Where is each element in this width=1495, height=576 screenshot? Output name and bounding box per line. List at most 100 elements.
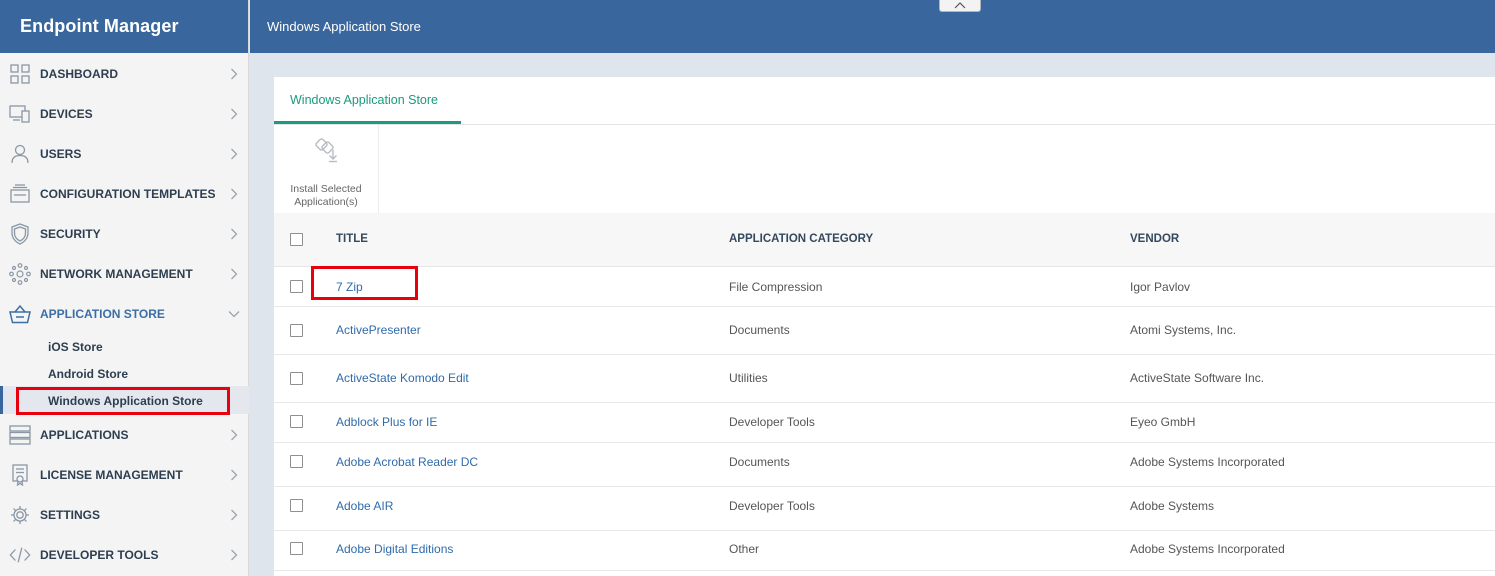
app-category: Utilities <box>729 371 768 385</box>
app-category: Developer Tools <box>729 499 815 513</box>
app-category: Documents <box>729 323 790 337</box>
row-checkbox[interactable] <box>290 542 303 555</box>
sidebar-item-label: DASHBOARD <box>40 67 118 81</box>
sidebar-item-settings[interactable]: SETTINGS <box>0 495 249 535</box>
app-vendor: Adobe Systems <box>1130 499 1215 513</box>
app-title-link[interactable]: ActiveState Komodo Edit <box>336 371 469 385</box>
app-category: Other <box>729 542 760 556</box>
sidebar-item-developer-tools[interactable]: DEVELOPER TOOLS <box>0 535 249 575</box>
chevron-right-icon <box>228 108 240 120</box>
table-header: TITLE APPLICATION CATEGORY VENDOR <box>274 213 1495 267</box>
table-row: Adobe Digital Editions Other Adobe Syste… <box>274 531 1495 571</box>
chevron-right-icon <box>228 469 240 481</box>
sidebar-subitem-ios-store[interactable]: iOS Store <box>48 340 103 354</box>
sidebar-item-security[interactable]: SECURITY <box>0 214 249 254</box>
column-header-application-category[interactable]: APPLICATION CATEGORY <box>729 233 873 245</box>
shield-icon <box>9 223 31 245</box>
table-row: ActiveState Komodo Edit Utilities Active… <box>274 355 1495 403</box>
basket-icon <box>9 303 31 325</box>
sidebar-item-applications[interactable]: APPLICATIONS <box>0 415 249 455</box>
sidebar-item-label: SECURITY <box>40 227 101 241</box>
sidebar-item-label: APPLICATIONS <box>40 428 129 442</box>
page-title: Windows Application Store <box>267 19 421 34</box>
app-category: Documents <box>729 455 790 469</box>
select-all-checkbox[interactable] <box>290 233 303 246</box>
sidebar: Endpoint Manager DASHBOARD DEVICES USERS… <box>0 0 249 576</box>
sidebar-subitem-windows-application-store[interactable]: Windows Application Store <box>48 394 203 408</box>
table-row: Adobe Acrobat Reader DC Documents Adobe … <box>274 443 1495 487</box>
app-title-link[interactable]: 7 Zip <box>336 280 363 294</box>
row-checkbox[interactable] <box>290 324 303 337</box>
sidebar-item-label: NETWORK MANAGEMENT <box>40 267 193 281</box>
chevron-up-icon <box>954 2 966 9</box>
sidebar-item-label: DEVELOPER TOOLS <box>40 548 159 562</box>
row-checkbox[interactable] <box>290 415 303 428</box>
app-category: Developer Tools <box>729 415 815 429</box>
chevron-down-icon <box>228 308 240 320</box>
applications-icon <box>9 424 31 446</box>
app-title-link[interactable]: ActivePresenter <box>336 323 421 337</box>
sidebar-subitem-android-store[interactable]: Android Store <box>48 367 128 381</box>
collapse-header-button[interactable] <box>939 0 981 12</box>
chevron-right-icon <box>228 429 240 441</box>
sidebar-item-dashboard[interactable]: DASHBOARD <box>0 54 249 94</box>
sidebar-item-label: USERS <box>40 147 82 161</box>
table-row: Adobe AIR Developer Tools Adobe Systems <box>274 487 1495 531</box>
app-vendor: Adobe Systems Incorporated <box>1130 455 1285 469</box>
table-row: 7 Zip File Compression Igor Pavlov <box>274 267 1495 307</box>
chevron-right-icon <box>228 148 240 160</box>
column-header-vendor[interactable]: VENDOR <box>1130 233 1179 245</box>
sidebar-item-label: APPLICATION STORE <box>40 307 165 321</box>
tab-label: Windows Application Store <box>290 93 438 107</box>
network-icon <box>9 263 31 285</box>
gear-icon <box>9 504 31 526</box>
row-checkbox[interactable] <box>290 280 303 293</box>
active-indicator-bar <box>0 386 3 414</box>
sidebar-item-devices[interactable]: DEVICES <box>0 94 249 134</box>
install-selected-applications-button[interactable]: Install Selected Application(s) <box>274 125 379 213</box>
column-header-title[interactable]: TITLE <box>336 233 368 245</box>
templates-icon <box>9 183 31 205</box>
row-checkbox[interactable] <box>290 372 303 385</box>
top-header: Windows Application Store <box>250 0 1495 53</box>
app-brand: Endpoint Manager <box>0 0 248 53</box>
user-icon <box>9 143 31 165</box>
sidebar-item-label: DEVICES <box>40 107 93 121</box>
chevron-right-icon <box>228 268 240 280</box>
install-app-icon <box>314 137 340 163</box>
devices-icon <box>9 103 31 125</box>
app-title-link[interactable]: Adobe Acrobat Reader DC <box>336 455 478 469</box>
sidebar-item-license-management[interactable]: LICENSE MANAGEMENT <box>0 455 249 495</box>
tab-divider <box>274 124 1495 125</box>
chevron-right-icon <box>228 188 240 200</box>
chevron-right-icon <box>228 549 240 561</box>
table-row: ActivePresenter Documents Atomi Systems,… <box>274 307 1495 355</box>
app-vendor: Eyeo GmbH <box>1130 415 1196 429</box>
row-checkbox[interactable] <box>290 455 303 468</box>
table-row: Adblock Plus for IE Developer Tools Eyeo… <box>274 403 1495 443</box>
sidebar-item-label: CONFIGURATION TEMPLATES <box>40 187 216 201</box>
dashboard-grid-icon <box>9 63 31 85</box>
chevron-right-icon <box>228 228 240 240</box>
app-title-link[interactable]: Adblock Plus for IE <box>336 415 437 429</box>
install-button-label: Install Selected Application(s) <box>290 183 362 208</box>
sidebar-item-label: SETTINGS <box>40 508 101 522</box>
sidebar-item-configuration-templates[interactable]: CONFIGURATION TEMPLATES <box>0 174 249 214</box>
app-category: File Compression <box>729 280 823 294</box>
app-vendor: Atomi Systems, Inc. <box>1130 323 1237 337</box>
row-checkbox[interactable] <box>290 499 303 512</box>
content-card: Windows Application Store Install Select… <box>274 77 1495 576</box>
sidebar-item-users[interactable]: USERS <box>0 134 249 174</box>
app-vendor: Igor Pavlov <box>1130 280 1191 294</box>
sidebar-item-label: LICENSE MANAGEMENT <box>40 468 183 482</box>
app-title-link[interactable]: Adobe AIR <box>336 499 393 513</box>
chevron-right-icon <box>228 509 240 521</box>
app-title-link[interactable]: Adobe Digital Editions <box>336 542 453 556</box>
code-icon <box>9 544 31 566</box>
tab-windows-application-store[interactable]: Windows Application Store <box>274 77 461 124</box>
sidebar-item-application-store[interactable]: APPLICATION STORE <box>0 294 249 334</box>
app-vendor: Adobe Systems Incorporated <box>1130 542 1285 556</box>
license-icon <box>9 464 31 486</box>
chevron-right-icon <box>228 68 240 80</box>
sidebar-item-network-management[interactable]: NETWORK MANAGEMENT <box>0 254 249 294</box>
